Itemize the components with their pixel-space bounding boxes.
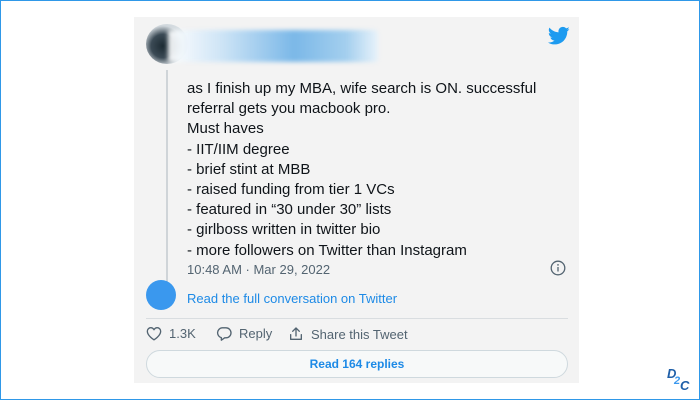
tweet-line: - girlboss written in twitter bio bbox=[187, 221, 381, 239]
tweet-line: Must haves bbox=[187, 120, 264, 138]
tweet-line: - featured in “30 under 30” lists bbox=[187, 201, 392, 219]
tweet-line: - IIT/IIM degree bbox=[187, 140, 290, 158]
svg-text:C: C bbox=[680, 378, 690, 392]
share-tweet-button[interactable]: Share this Tweet bbox=[288, 326, 408, 342]
tweet-line: as I finish up my MBA, wife search is ON… bbox=[187, 80, 537, 97]
share-icon bbox=[290, 327, 302, 340]
tweet-text: as I finish up my MBA, wife search is ON… bbox=[187, 79, 567, 261]
reply-bubble-icon bbox=[216, 327, 232, 341]
like-button[interactable]: 1.3K bbox=[146, 326, 196, 341]
twitter-bird-icon[interactable] bbox=[548, 26, 570, 46]
share-label: Share this Tweet bbox=[311, 326, 408, 342]
reply-avatar[interactable] bbox=[146, 280, 176, 310]
tweet-line: referral gets you macbook pro. bbox=[187, 100, 391, 118]
heart-icon bbox=[146, 327, 162, 341]
read-replies-button[interactable]: Read 164 replies bbox=[146, 350, 568, 378]
tweet-timestamp[interactable]: 10:48 AM · Mar 29, 2022 bbox=[187, 262, 330, 277]
divider bbox=[146, 318, 568, 319]
thread-connector-line bbox=[166, 70, 168, 282]
d2c-logo: D 2 C bbox=[667, 366, 690, 392]
reply-label: Reply bbox=[239, 326, 273, 341]
tweet-line: - raised funding from tier 1 VCs bbox=[187, 181, 395, 199]
info-icon[interactable] bbox=[550, 260, 566, 276]
like-count: 1.3K bbox=[169, 326, 196, 341]
author-name-redacted[interactable] bbox=[168, 30, 378, 62]
tweet-line: - brief stint at MBB bbox=[187, 160, 311, 178]
tweet-line: - more followers on Twitter than Instagr… bbox=[187, 241, 467, 259]
read-full-conversation-link[interactable]: Read the full conversation on Twitter bbox=[187, 291, 397, 306]
reply-button[interactable]: Reply bbox=[216, 326, 272, 341]
